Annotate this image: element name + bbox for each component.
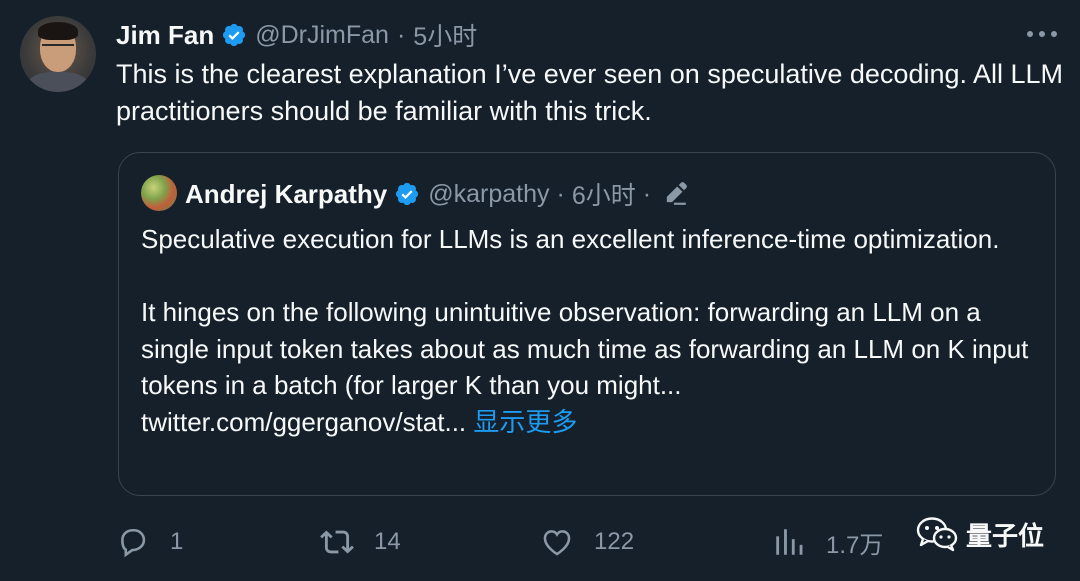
quote-header: Andrej Karpathy @karpathy · 6小时 ·: [185, 175, 688, 213]
heart-icon: [543, 530, 571, 556]
more-dot: [1051, 31, 1057, 37]
author-name[interactable]: Jim Fan: [116, 20, 214, 51]
verified-badge-icon: [221, 22, 247, 48]
quote-link-line: twitter.com/ggerganov/stat... 显示更多: [141, 404, 1041, 441]
separator-dot: ·: [396, 20, 406, 49]
avatar-hair: [38, 22, 78, 40]
wechat-icon: [916, 517, 958, 552]
author-handle[interactable]: @DrJimFan: [255, 21, 389, 50]
action-bar: 1 14 122 1.7万: [116, 520, 896, 564]
watermark: 量子位: [916, 512, 1044, 556]
reply-count: 1: [170, 528, 184, 555]
reply-bubble-icon: [121, 528, 146, 558]
tweet-text: This is the clearest explanation I’ve ev…: [116, 59, 1064, 126]
bar-chart-icon: [776, 529, 803, 555]
quote-paragraph-2: It hinges on the following unintuitive o…: [141, 297, 1029, 400]
separator-dot: ·: [556, 179, 565, 208]
watermark-text: 量子位: [966, 521, 1045, 552]
reply-button[interactable]: 1: [116, 520, 183, 564]
tweet-card[interactable]: Jim Fan @DrJimFan · 5小时 This is the clea…: [0, 0, 1080, 581]
more-dots-icon[interactable]: [1027, 27, 1057, 41]
quote-paragraph-1: Speculative execution for LLMs is an exc…: [141, 224, 1000, 254]
retweet-count: 14: [374, 528, 401, 555]
separator-dot: ·: [642, 179, 652, 208]
tweet-header: Jim Fan @DrJimFan · 5小时: [116, 18, 477, 52]
quote-timestamp[interactable]: 6小时: [572, 176, 636, 212]
quoted-tweet[interactable]: Andrej Karpathy @karpathy · 6小时 · Specul…: [118, 152, 1056, 496]
quote-text: Speculative execution for LLMs is an exc…: [141, 221, 1041, 440]
like-button[interactable]: 122: [540, 520, 634, 564]
more-dot: [1027, 31, 1033, 37]
quote-author-name[interactable]: Andrej Karpathy: [185, 179, 387, 210]
views-count: 1.7万: [826, 531, 884, 559]
retweet-icon: [320, 530, 354, 554]
views-button[interactable]: 1.7万: [772, 520, 883, 564]
avatar[interactable]: [20, 16, 96, 92]
retweet-button[interactable]: 14: [320, 520, 401, 564]
quote-author-handle[interactable]: @karpathy: [428, 180, 549, 209]
quote-avatar[interactable]: [141, 175, 177, 211]
show-more-link[interactable]: 显示更多: [473, 407, 577, 437]
more-dot: [1039, 31, 1045, 37]
avatar-glasses: [42, 44, 74, 54]
verified-badge-icon: [394, 181, 420, 207]
pencil-edit-icon[interactable]: [662, 181, 688, 207]
avatar-shirt: [28, 72, 88, 92]
like-count: 122: [594, 528, 635, 555]
quote-link[interactable]: twitter.com/ggerganov/stat...: [141, 407, 466, 437]
timestamp[interactable]: 5小时: [413, 17, 477, 53]
